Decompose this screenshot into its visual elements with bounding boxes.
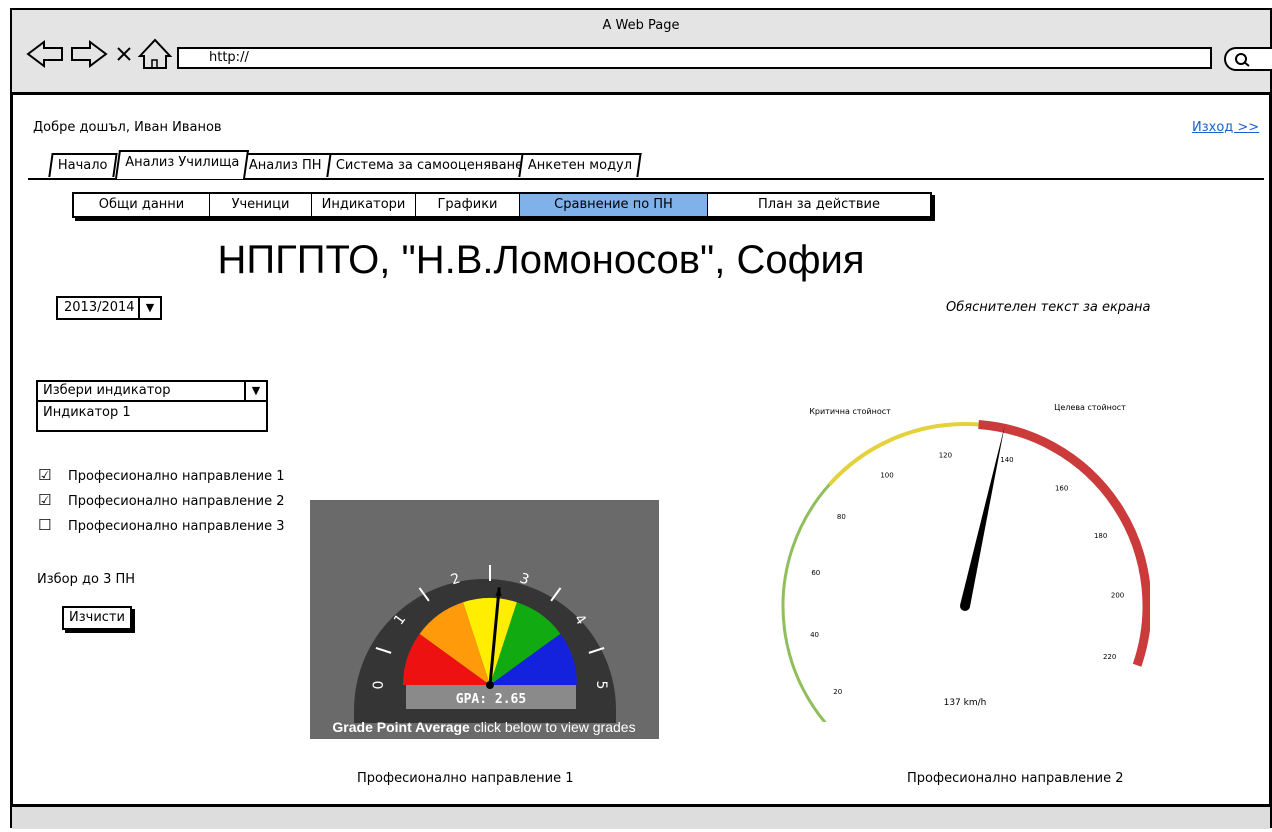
subnav-general-data[interactable]: Общи данни <box>74 194 210 216</box>
logout-link[interactable]: Изход >> <box>1192 120 1259 135</box>
gauge-tick-label: 140 <box>1000 456 1013 464</box>
search-icon <box>1235 53 1250 67</box>
gauge-tick-label: 120 <box>939 451 952 459</box>
gauge-tick-label: 60 <box>811 569 820 577</box>
subnav-bar: Общи данни Ученици Индикатори Графики Ср… <box>72 192 932 218</box>
indicator-placeholder: Избери индикатор <box>43 383 171 398</box>
subnav-indicators[interactable]: Индикатори <box>312 194 416 216</box>
direction-checkbox-3[interactable]: ☐ Професионално направление 3 <box>38 516 285 535</box>
subnav-charts[interactable]: Графики <box>416 194 520 216</box>
gauge-tick-label: 200 <box>1111 592 1124 600</box>
gauge-caption-1: Професионално направление 1 <box>357 771 574 786</box>
year-value: 2013/2014 <box>64 300 135 315</box>
tab-self-assessment[interactable]: Система за самооценяване <box>326 153 533 177</box>
checkbox-unchecked-icon: ☐ <box>38 516 52 534</box>
gauge-arc-mid <box>828 422 979 486</box>
gauge-tick-label: 3 <box>518 570 531 588</box>
gauge-arc-low <box>781 483 831 722</box>
gpa-footer-bold: Grade Point Average <box>332 719 470 735</box>
gauge-tick-label: 220 <box>1103 653 1116 661</box>
direction-label: Професионално направление 1 <box>68 469 285 484</box>
gpa-gauge: 012 345 GPA: 2.65 Grade Point Average cli… <box>332 565 636 735</box>
gpa-footer: Grade Point Average click below to view … <box>332 719 635 735</box>
tab-label: Система за самооценяване <box>335 158 524 173</box>
gauge-tick-label: 80 <box>837 513 846 521</box>
tab-label: Анализ Училища <box>125 155 240 170</box>
subnav-students[interactable]: Ученици <box>210 194 312 216</box>
gauge-tick-label: 5 <box>593 681 609 690</box>
gauge-tick-label: 20 <box>833 688 842 696</box>
search-box[interactable] <box>1224 47 1272 71</box>
tab-label: Начало <box>57 158 108 173</box>
back-icon[interactable] <box>26 40 63 68</box>
stop-icon[interactable] <box>117 47 131 61</box>
gauge-needle <box>960 425 1005 611</box>
gpa-footer-rest: click below to view grades <box>470 719 636 735</box>
gauge-tick-label: 100 <box>880 471 893 479</box>
gauge-caption-2: Професионално направление 2 <box>907 771 1124 786</box>
indicator-select[interactable]: Избери индикатор ▼ <box>36 380 268 402</box>
indicator-option[interactable]: Индикатор 1 <box>36 402 268 432</box>
dropdown-arrow-icon: ▼ <box>138 298 160 318</box>
tab-label: Анкетен модул <box>527 158 633 173</box>
explanation-text: Обяснителен текст за екрана <box>946 300 1151 315</box>
critical-label: Критична стойност <box>809 407 891 416</box>
gpa-readout: GPA: 2.65 <box>456 692 526 707</box>
gauge-tick-label: 40 <box>810 631 819 639</box>
welcome-text: Добре дошъл, Иван Иванов <box>33 120 222 135</box>
gpa-gauge-panel: 012345 GPA: 2.65 Grade Point Average cli… <box>310 500 659 739</box>
direction-label: Професионално направление 2 <box>68 494 285 509</box>
gauge-arcs <box>781 420 1150 722</box>
tab-home[interactable]: Начало <box>48 153 118 177</box>
limit-hint: Избор до 3 ПН <box>37 572 136 587</box>
window-title: A Web Page <box>602 18 680 33</box>
direction-label: Професионално направление 3 <box>68 519 285 534</box>
speed-gauge: 020406080100120140160180200220 Критична … <box>781 403 1150 722</box>
forward-icon[interactable] <box>71 40 108 68</box>
speed-readout: 137 km/h <box>944 698 987 708</box>
year-select[interactable]: 2013/2014 ▼ <box>56 296 162 320</box>
clear-button[interactable]: Изчисти <box>62 606 132 630</box>
needle-pivot <box>486 681 494 689</box>
needle-line <box>960 425 1005 608</box>
page-title: НПГПТО, "Н.В.Ломоносов", София <box>217 238 865 282</box>
checkbox-checked-icon: ☑ <box>38 491 52 509</box>
subnav-compare-pn[interactable]: Сравнение по ПН <box>520 194 708 216</box>
direction-checkbox-2[interactable]: ☑ Професионално направление 2 <box>38 491 285 510</box>
browser-toolbar: A Web Page http:// <box>12 10 1272 95</box>
needle-pivot <box>960 601 970 611</box>
subnav-action-plan[interactable]: План за действие <box>708 194 930 216</box>
tab-survey[interactable]: Анкетен модул <box>518 153 642 177</box>
tab-label: Анализ ПН <box>248 158 322 173</box>
gauge-tick-label: 0 <box>371 681 387 690</box>
status-bar <box>12 804 1270 829</box>
target-label: Целева стойност <box>1054 403 1126 412</box>
checkbox-checked-icon: ☑ <box>38 466 52 484</box>
direction-checkbox-1[interactable]: ☑ Професионално направление 1 <box>38 466 285 485</box>
gauge-tick-label: 160 <box>1055 484 1068 492</box>
gauge-tick-mark <box>550 587 562 602</box>
tab-pn-analysis[interactable]: Анализ ПН <box>239 153 332 177</box>
tab-school-analysis[interactable]: Анализ Училища <box>114 150 250 179</box>
home-icon[interactable] <box>137 38 173 69</box>
nav-controls <box>26 38 173 69</box>
gauge-tick-label: 180 <box>1094 532 1107 540</box>
url-input[interactable]: http:// <box>177 47 1212 69</box>
dropdown-arrow-icon: ▼ <box>244 382 266 400</box>
